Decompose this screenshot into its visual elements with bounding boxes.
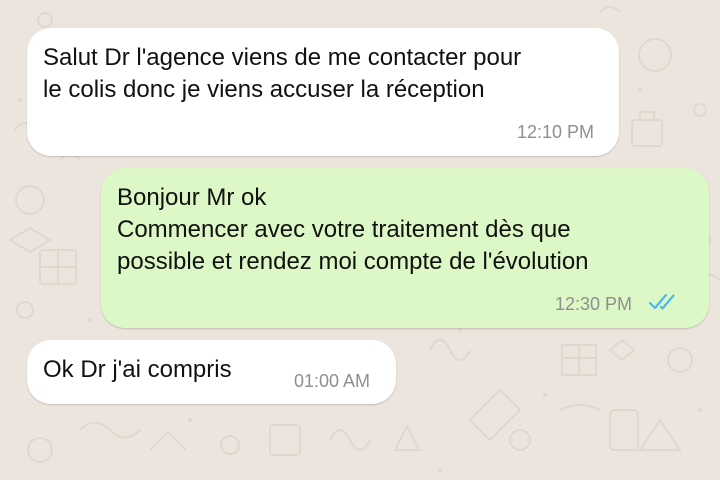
message-timestamp: 12:10 PM bbox=[517, 122, 595, 142]
message-text-line: Commencer avec votre traitement dès que bbox=[117, 216, 571, 243]
message-text-line: le colis donc je viens accuser la récept… bbox=[43, 76, 485, 103]
outgoing-message-bubble[interactable]: Bonjour Mr ok Commencer avec votre trait… bbox=[101, 168, 709, 328]
message-text-line: Bonjour Mr ok bbox=[117, 184, 267, 211]
message-text-line: possible et rendez moi compte de l'évolu… bbox=[117, 248, 589, 275]
incoming-message-bubble[interactable]: Ok Dr j'ai compris 01:00 AM bbox=[27, 340, 396, 404]
incoming-message-bubble[interactable]: Salut Dr l'agence viens de me contacter … bbox=[27, 28, 619, 156]
message-timestamp: 01:00 AM bbox=[294, 371, 371, 391]
double-check-read-icon bbox=[649, 293, 675, 310]
message-text-line: Salut Dr l'agence viens de me contacter … bbox=[43, 44, 522, 71]
message-timestamp: 12:30 PM bbox=[555, 294, 633, 314]
